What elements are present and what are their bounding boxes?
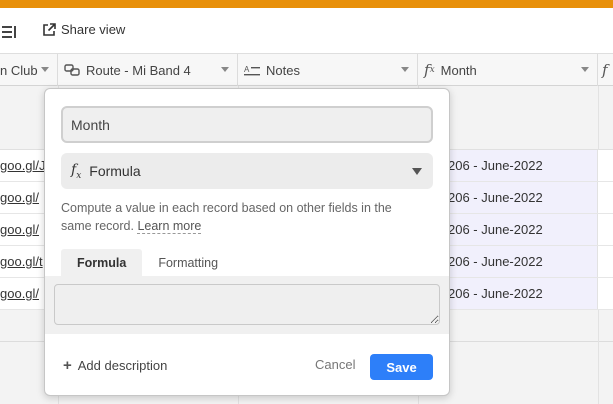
plus-icon: + <box>63 357 72 374</box>
share-icon <box>42 22 56 37</box>
column-header-notes[interactable]: A Notes <box>238 54 418 86</box>
formula-icon: f <box>602 61 608 79</box>
formula-tab-panel <box>45 276 449 334</box>
share-view-button[interactable]: Share view <box>42 22 125 37</box>
add-description-button[interactable]: + Add description <box>63 357 167 374</box>
description-text: Compute a value in each record based on … <box>61 201 392 233</box>
chevron-down-icon[interactable] <box>221 67 229 72</box>
field-name-input[interactable] <box>61 106 433 143</box>
next-cell[interactable] <box>598 246 613 277</box>
tab-formatting[interactable]: Formatting <box>142 249 234 276</box>
route-link[interactable]: goo.gl/ <box>0 190 39 205</box>
route-link[interactable]: goo.gl/J <box>0 158 46 173</box>
next-cell[interactable] <box>598 182 613 213</box>
column-header-label: Notes <box>266 62 300 78</box>
caret-down-icon <box>412 168 422 175</box>
add-description-label: Add description <box>77 358 168 373</box>
svg-text:A: A <box>244 65 250 74</box>
formula-input[interactable] <box>54 284 440 325</box>
column-header-club[interactable]: n Club <box>0 54 58 86</box>
route-link[interactable]: goo.gl/ <box>0 286 39 301</box>
column-header-label: Route - Mi Band 4 <box>86 62 191 78</box>
link-record-icon <box>64 64 80 76</box>
field-type-select[interactable]: fx Formula <box>61 153 433 189</box>
formula-tabs: Formula Formatting <box>61 249 234 276</box>
column-header-next[interactable]: f <box>598 54 613 86</box>
chevron-down-icon[interactable] <box>41 67 49 72</box>
grid-header: n Club Route - Mi Band 4 A Notes fx Mont… <box>0 54 613 86</box>
next-cell[interactable] <box>598 278 613 309</box>
next-cell[interactable] <box>598 150 613 181</box>
formula-icon: fx <box>71 161 82 181</box>
tab-formula[interactable]: Formula <box>61 249 143 276</box>
field-type-label: Formula <box>89 163 141 179</box>
cancel-button[interactable]: Cancel <box>315 357 355 372</box>
column-header-route[interactable]: Route - Mi Band 4 <box>58 54 238 86</box>
learn-more-link[interactable]: Learn more <box>137 219 202 234</box>
row-height-icon[interactable] <box>2 25 18 39</box>
column-header-label: n Club <box>0 62 38 78</box>
chevron-down-icon[interactable] <box>581 67 589 72</box>
column-header-label: Month <box>440 62 477 78</box>
field-type-description: Compute a value in each record based on … <box>61 199 421 235</box>
view-toolbar: Share view <box>0 8 613 54</box>
field-config-popup: fx Formula Compute a value in each recor… <box>44 88 450 396</box>
app-top-bar <box>0 0 613 8</box>
route-link[interactable]: goo.gl/t <box>0 254 43 269</box>
formula-icon: fx <box>424 61 435 79</box>
route-link[interactable]: goo.gl/ <box>0 222 39 237</box>
save-button[interactable]: Save <box>370 354 433 380</box>
long-text-icon: A <box>244 64 260 76</box>
next-cell[interactable] <box>598 214 613 245</box>
share-view-label: Share view <box>61 22 126 37</box>
chevron-down-icon[interactable] <box>401 67 409 72</box>
column-header-month[interactable]: fx Month <box>418 54 598 86</box>
